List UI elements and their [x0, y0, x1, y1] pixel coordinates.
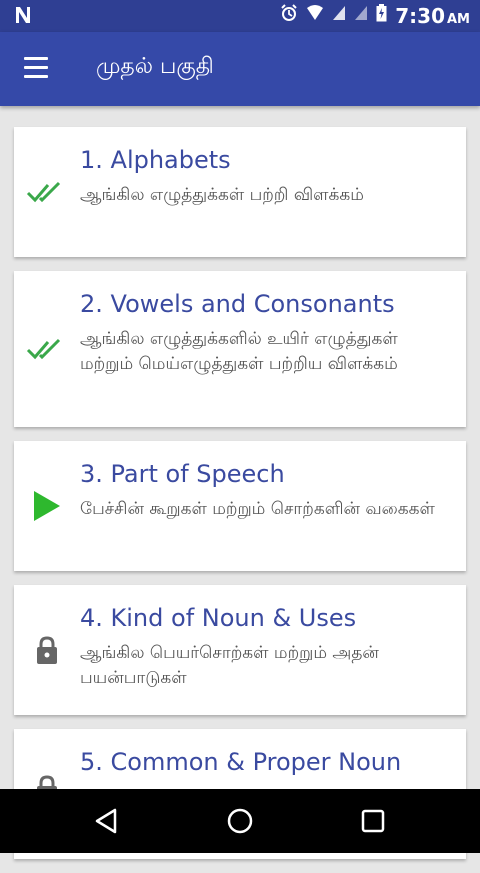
double-check-icon	[26, 177, 66, 207]
menu-icon[interactable]	[24, 57, 50, 79]
back-icon[interactable]	[89, 803, 125, 839]
lesson-title: 1. Alphabets	[80, 146, 231, 174]
lesson-description: பேச்சின் கூறுகள் மற்றும் சொற்களின் வகைகள…	[80, 499, 435, 519]
lesson-card[interactable]: 1. Alphabets ஆங்கில எழுத்துக்கள் பற்றி வ…	[14, 127, 466, 257]
recents-icon[interactable]	[355, 803, 391, 839]
lesson-card[interactable]: 4. Kind of Noun & Uses ஆங்கில பெயர்சொற்க…	[14, 585, 466, 715]
clock-time: 7:30	[395, 4, 445, 28]
notification-icon	[14, 5, 32, 30]
battery-charging-icon	[376, 4, 387, 28]
page-title: முதல் பகுதி	[96, 54, 214, 79]
lesson-card[interactable]: 2. Vowels and Consonants ஆங்கில எழுத்துக…	[14, 271, 466, 427]
lesson-description: ஆங்கில பெயர்சொற்கள் மற்றும் அதன் பயன்பாட…	[80, 643, 379, 688]
clock: 7:30 AM	[395, 4, 470, 28]
home-icon[interactable]	[222, 803, 258, 839]
alarm-icon	[280, 4, 298, 28]
signal-icon	[332, 5, 346, 27]
double-check-icon	[26, 334, 66, 364]
lesson-description: ஆங்கில எழுத்துக்கள் பற்றி விளக்கம்	[80, 185, 364, 205]
signal-icon-2	[354, 5, 368, 27]
play-icon	[26, 491, 66, 521]
lesson-list: 1. Alphabets ஆங்கில எழுத்துக்கள் பற்றி வ…	[14, 127, 466, 873]
lesson-title: 4. Kind of Noun & Uses	[80, 604, 357, 632]
lock-icon	[26, 635, 66, 665]
lesson-description: ஆங்கில எழுத்துக்களில் உயிர் எழுத்துகள் ம…	[80, 329, 398, 374]
app-bar: முதல் பகுதி	[0, 32, 480, 106]
lesson-title: 2. Vowels and Consonants	[80, 290, 395, 318]
lesson-title: 5. Common & Proper Noun	[80, 748, 402, 776]
wifi-icon	[306, 5, 324, 27]
status-icons: 7:30 AM	[280, 4, 470, 28]
navigation-bar	[0, 789, 480, 853]
lesson-card[interactable]: 3. Part of Speech பேச்சின் கூறுகள் மற்று…	[14, 441, 466, 571]
lesson-title: 3. Part of Speech	[80, 460, 285, 488]
clock-ampm: AM	[447, 12, 470, 27]
status-bar: 7:30 AM	[0, 0, 480, 32]
